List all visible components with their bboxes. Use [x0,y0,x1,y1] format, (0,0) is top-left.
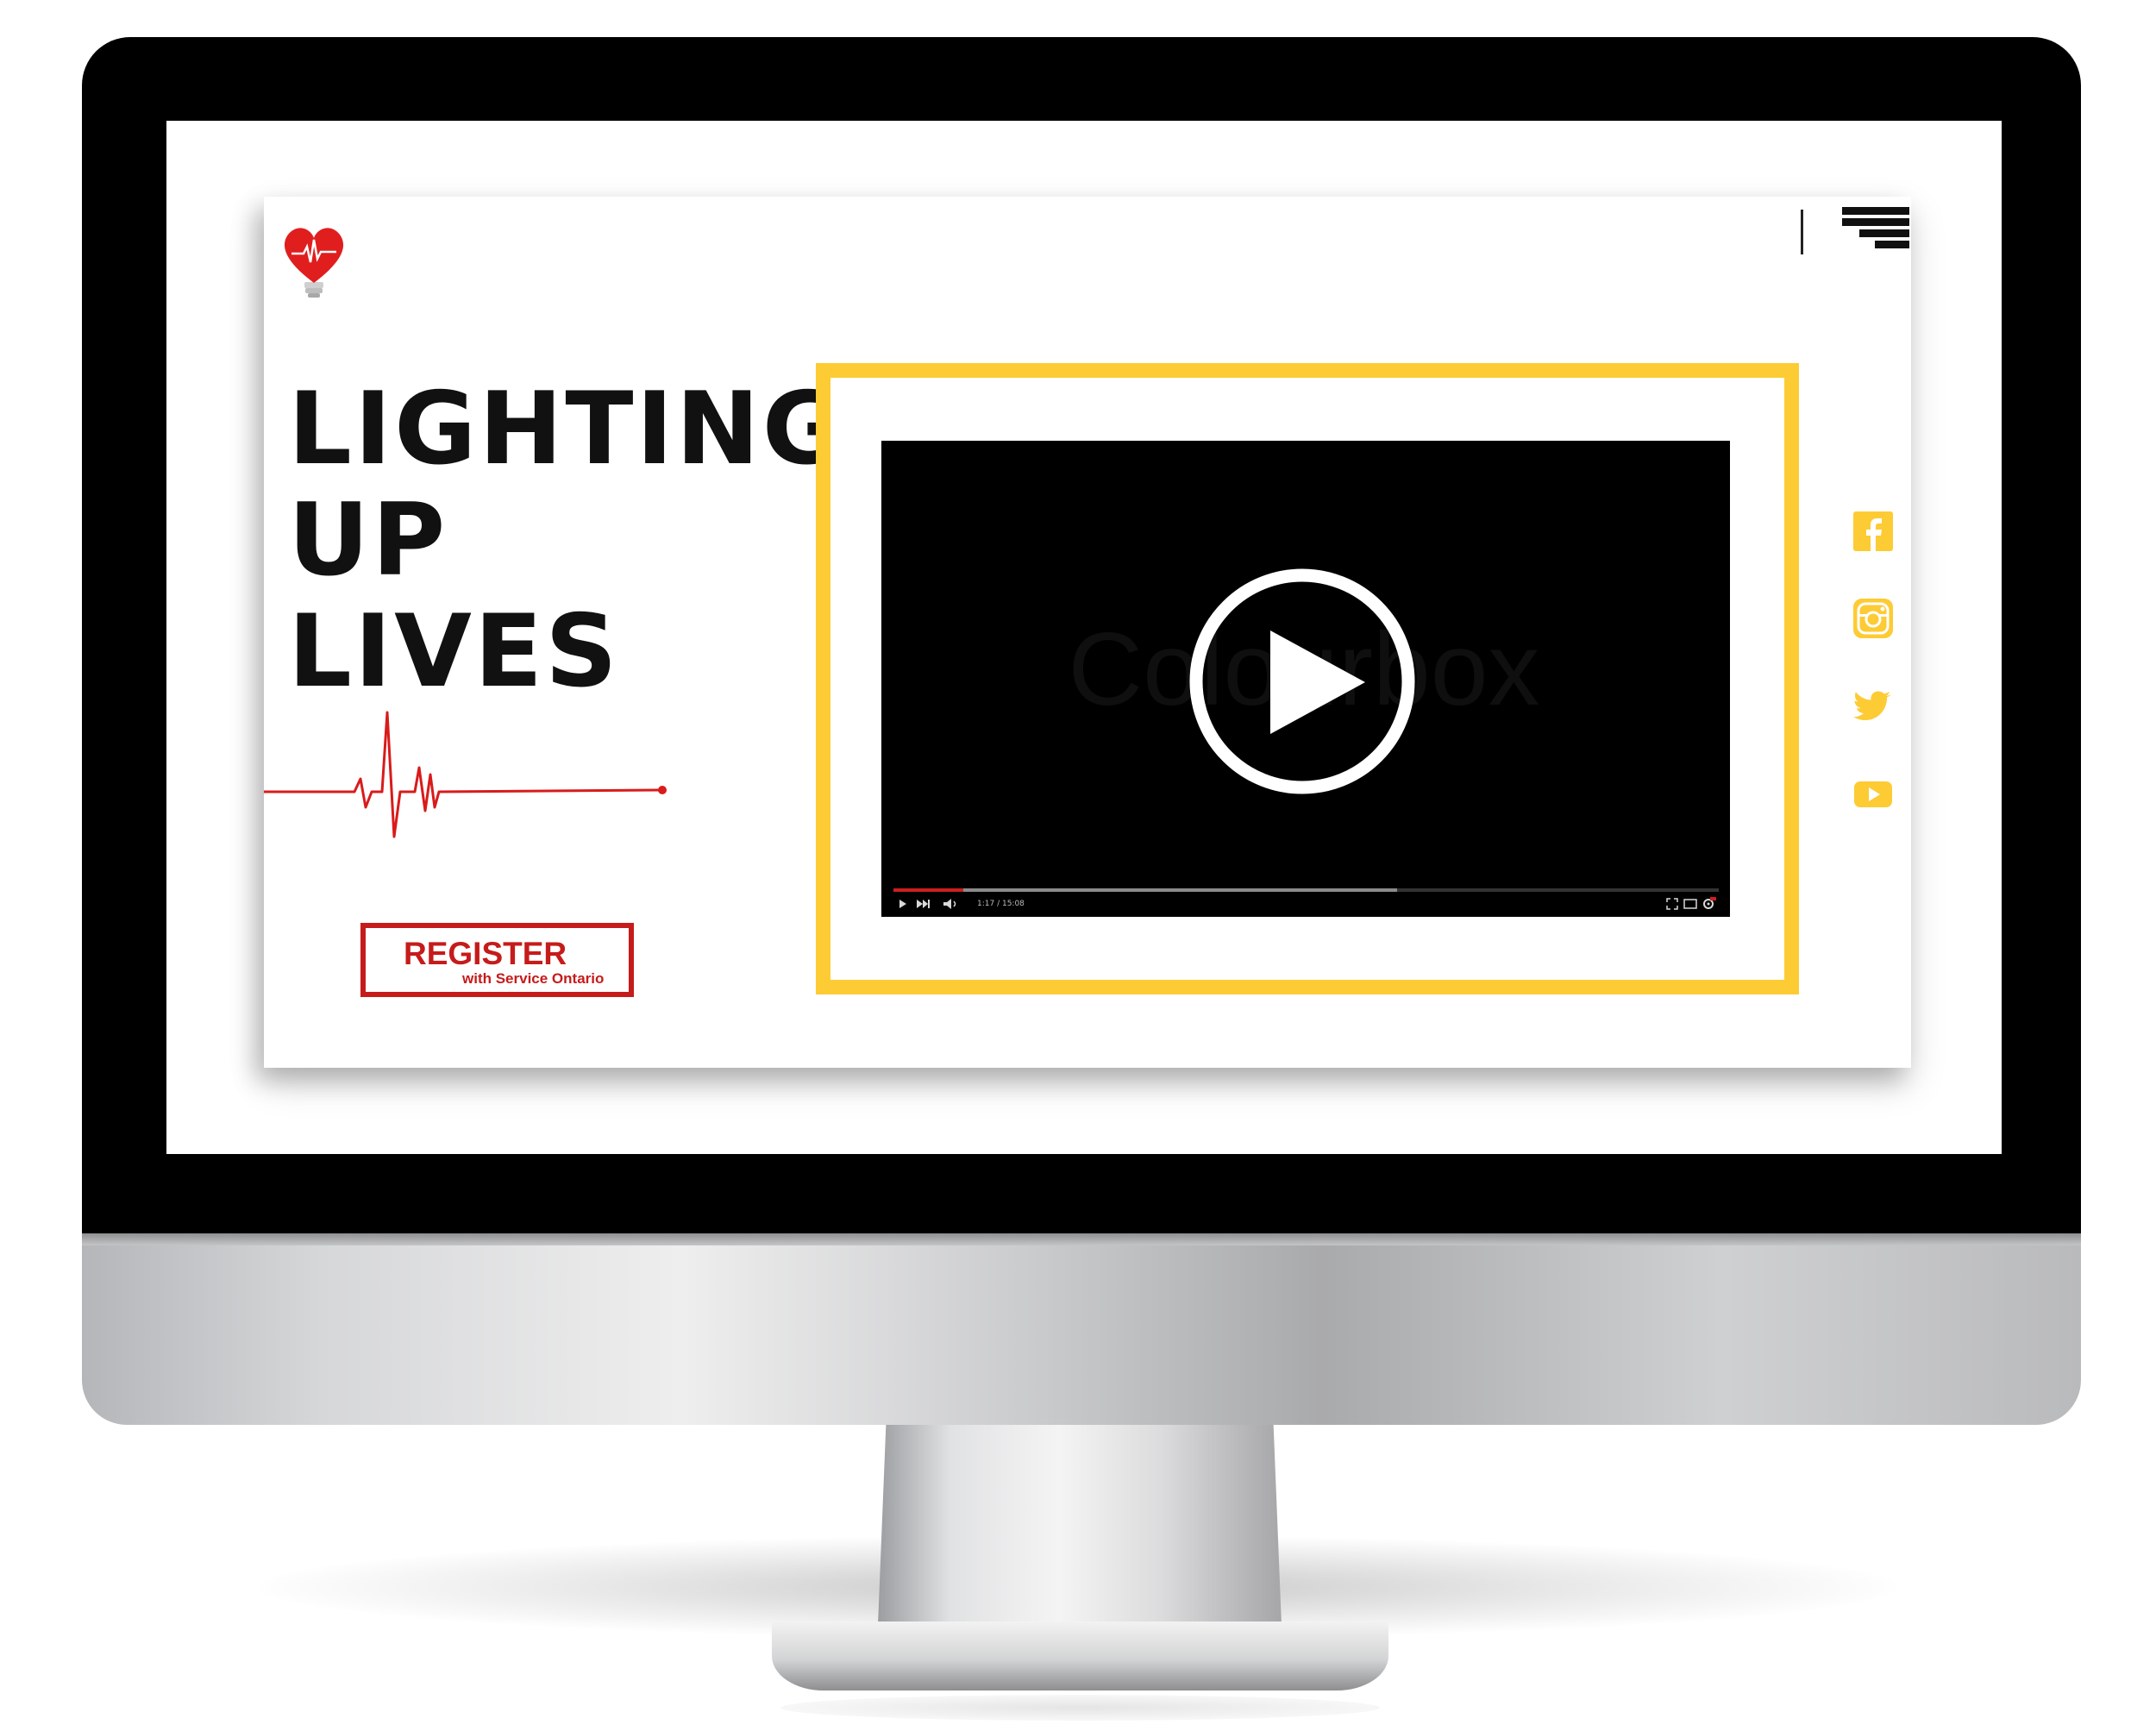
monitor-chin [82,1233,2081,1425]
hero-title-line: UP [288,482,448,599]
monitor-stand [878,1425,1282,1625]
menu-icon[interactable] [1842,207,1909,250]
next-icon[interactable] [914,896,931,912]
controls-bar: 1:17 / 15:08 [893,896,1719,912]
settings-icon[interactable] [1701,896,1716,912]
hero-title: LIGHTING UP LIVES [288,373,847,707]
volume-icon[interactable] [942,896,961,912]
register-sublabel: with Service Ontario [462,970,605,987]
register-button[interactable]: REGISTER with Service Ontario [360,923,634,997]
web-page: LIGHTING UP LIVES REGISTER with Service … [264,197,1911,1068]
register-label: REGISTER [404,936,567,971]
twitter-icon[interactable] [1853,687,1893,726]
time-readout: 1:17 / 15:08 [977,900,1025,908]
progress-played [893,888,964,892]
header-divider [1801,210,1803,254]
progress-bar[interactable] [893,888,1719,892]
monitor-foot [772,1622,1388,1690]
fullscreen-icon[interactable] [1665,896,1679,912]
video-frame: Colourbox [816,363,1799,994]
progress-buffer [893,888,1397,892]
play-icon[interactable] [897,896,909,912]
hero-title-line: LIGHTING [288,371,847,487]
heart-bulb-logo-icon[interactable] [279,221,348,303]
facebook-icon[interactable] [1853,511,1893,551]
play-button-icon[interactable] [1188,568,1416,795]
video-player[interactable]: Colourbox [881,441,1730,917]
hero-title-line: LIVES [288,593,620,710]
screen: LIGHTING UP LIVES REGISTER with Service … [166,121,2002,1154]
heartbeat-line-icon [264,711,667,838]
foot-reflection [780,1695,1380,1721]
miniplayer-icon[interactable] [1683,896,1698,912]
youtube-icon[interactable] [1853,775,1893,814]
instagram-icon[interactable] [1853,599,1893,638]
